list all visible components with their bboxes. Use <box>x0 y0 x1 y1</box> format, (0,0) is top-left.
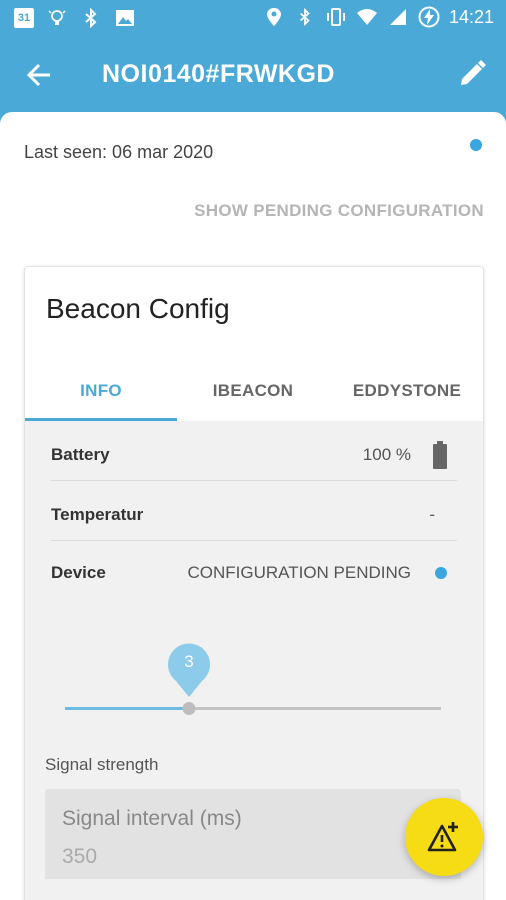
device-row: Device CONFIGURATION PENDING <box>51 541 457 593</box>
vibrate-icon <box>325 6 347 28</box>
device-label: Device <box>51 563 106 582</box>
battery-value: 100 % <box>362 445 411 464</box>
beacon-config-card: Beacon Config INFO IBEACON EDDYSTONE Bat… <box>24 266 484 900</box>
signal-strength-label: Signal strength <box>45 755 159 774</box>
bluetooth-icon <box>80 7 102 29</box>
signal-interval-field[interactable]: Signal interval (ms) 350 <box>45 789 461 879</box>
warning-add-icon <box>427 822 458 852</box>
tab-bar: INFO IBEACON EDDYSTONE <box>25 361 483 421</box>
slider-value-bubble: 3 <box>166 641 212 697</box>
status-dot <box>470 139 482 151</box>
tab-info[interactable]: INFO <box>25 361 177 421</box>
bluetooth-icon <box>294 6 316 28</box>
last-seen-text: Last seen: 06 mar 2020 <box>24 142 214 162</box>
arrow-back-icon <box>26 63 50 87</box>
add-alert-fab[interactable] <box>405 798 483 876</box>
temperature-label: Temperatur <box>51 505 144 524</box>
battery-charging-icon <box>418 6 440 28</box>
slider-fill <box>65 707 189 710</box>
image-icon <box>114 7 136 29</box>
slider-value: 3 <box>184 652 194 671</box>
cell-signal-icon <box>387 6 409 28</box>
slider-thumb[interactable] <box>182 702 196 715</box>
device-value: CONFIGURATION PENDING <box>187 563 411 582</box>
tab-ibeacon[interactable]: IBEACON <box>177 361 329 421</box>
pencil-icon <box>461 60 486 85</box>
battery-icon <box>433 441 447 469</box>
temperature-value: - <box>429 505 435 524</box>
battery-label: Battery <box>51 445 110 464</box>
pending-dot <box>435 567 447 579</box>
signal-interval-label: Signal interval (ms) <box>62 807 242 830</box>
signal-strength-slider[interactable]: 3 <box>65 641 441 721</box>
location-icon <box>263 6 285 28</box>
card-title: Beacon Config <box>46 293 230 324</box>
show-pending-configuration-button[interactable]: SHOW PENDING CONFIGURATION <box>194 201 484 221</box>
status-time: 14:21 <box>448 6 494 27</box>
edit-button[interactable] <box>454 56 490 92</box>
content-sheet: Last seen: 06 mar 2020 SHOW PENDING CONF… <box>0 112 506 900</box>
back-button[interactable] <box>22 58 56 92</box>
tab-eddystone[interactable]: EDDYSTONE <box>329 361 483 421</box>
lightbulb-icon <box>46 7 68 29</box>
battery-row: Battery 100 % <box>51 421 457 481</box>
status-bar: 31 14:21 <box>0 0 506 36</box>
wifi-icon <box>356 6 378 28</box>
temperature-row: Temperatur - <box>51 481 457 541</box>
app-bar: NOI0140#FRWKGD <box>0 36 506 112</box>
calendar-icon: 31 <box>14 8 34 28</box>
signal-interval-value[interactable]: 350 <box>62 845 97 869</box>
page-title: NOI0140#FRWKGD <box>102 60 335 88</box>
